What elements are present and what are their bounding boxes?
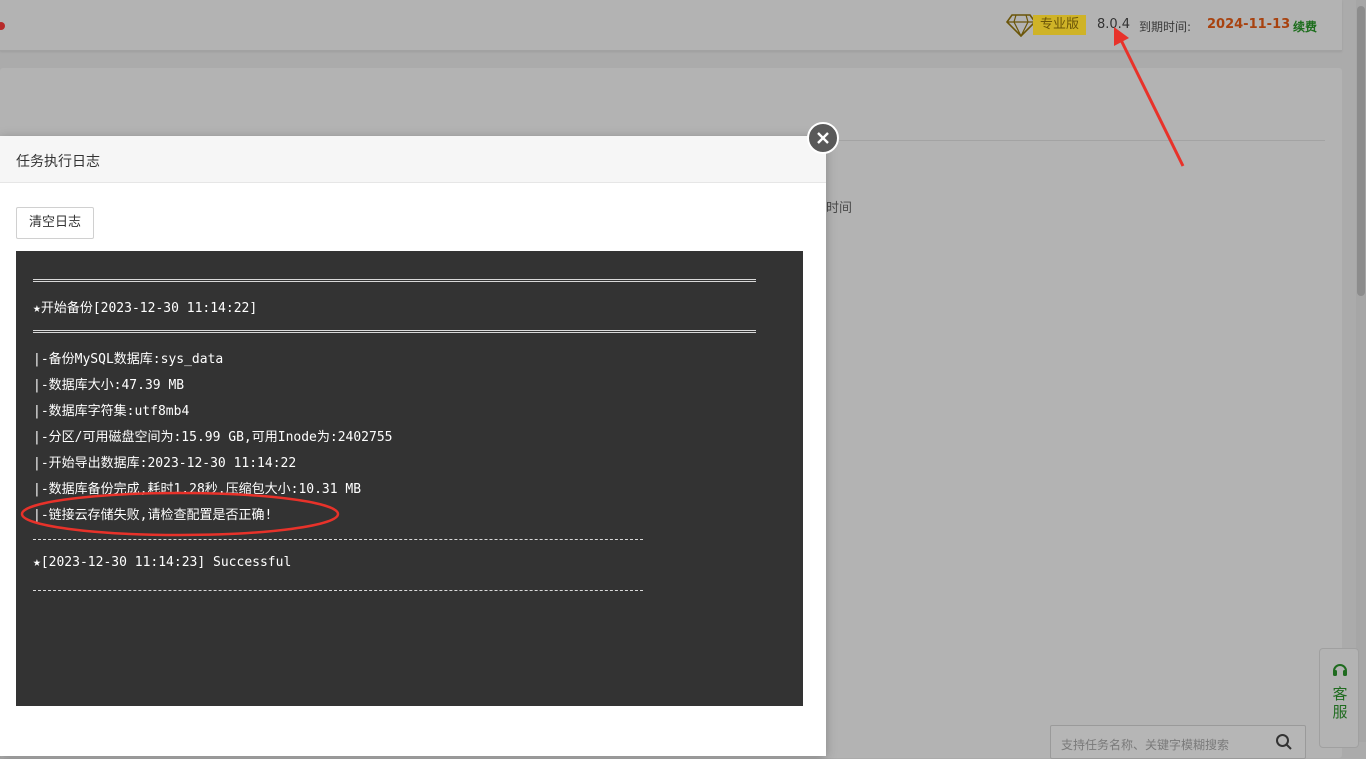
clear-log-button[interactable]: 清空日志 <box>16 207 94 239</box>
log-output: ★开始备份[2023-12-30 11:14:22] |-备份MySQL数据库:… <box>16 251 803 706</box>
headset-icon <box>1333 664 1347 676</box>
customer-service-label: 客服 <box>1332 685 1348 721</box>
log-line: |-数据库备份完成,耗时1.28秒,压缩包大小:10.31 MB <box>33 482 362 497</box>
close-icon <box>817 132 829 144</box>
search-input[interactable]: 支持任务名称、关键字模糊搜索 <box>1050 725 1306 759</box>
top-bar: 专业版 8.0.4 到期时间: 2024-11-13 续费 <box>0 0 1342 51</box>
expire-label: 到期时间: <box>1139 20 1192 34</box>
log-line: ★开始备份[2023-12-30 11:14:22] <box>33 301 258 316</box>
table-header-time: 时间 <box>826 201 853 216</box>
log-separator <box>33 330 756 333</box>
log-line: |-开始导出数据库:2023-12-30 11:14:22 <box>33 456 297 471</box>
log-line: |-数据库大小:47.39 MB <box>33 378 185 393</box>
diamond-icon <box>1006 14 1036 37</box>
log-line: |-数据库字符集:utf8mb4 <box>33 404 190 419</box>
log-line: |-备份MySQL数据库:sys_data <box>33 352 224 367</box>
dialog-title: 任务执行日志 <box>16 154 100 170</box>
log-separator <box>33 590 643 591</box>
page-scrollbar[interactable] <box>1356 0 1366 742</box>
status-dot <box>0 22 5 30</box>
log-separator <box>33 279 756 282</box>
expire-date: 2024-11-13 <box>1207 17 1291 32</box>
version-number: 8.0.4 <box>1097 17 1131 32</box>
log-line: |-分区/可用磁盘空间为:15.99 GB,可用Inode为:2402755 <box>33 430 393 445</box>
search-placeholder: 支持任务名称、关键字模糊搜索 <box>1061 738 1230 752</box>
renew-link[interactable]: 续费 <box>1293 18 1317 35</box>
customer-service-button[interactable]: 客服 <box>1319 648 1359 748</box>
close-dialog-button[interactable] <box>807 122 839 154</box>
dialog-header: 任务执行日志 <box>0 136 826 183</box>
task-log-dialog: 任务执行日志 清空日志 ★开始备份[2023-12-30 11:14:22] |… <box>0 136 826 756</box>
search-icon[interactable] <box>1275 733 1293 751</box>
log-separator <box>33 539 643 540</box>
log-line-error: |-链接云存储失败,请检查配置是否正确! <box>33 508 273 523</box>
scrollbar-thumb[interactable] <box>1357 6 1365 296</box>
log-line: ★[2023-12-30 11:14:23] Successful <box>33 555 292 570</box>
edition-badge[interactable]: 专业版 <box>1033 15 1087 35</box>
